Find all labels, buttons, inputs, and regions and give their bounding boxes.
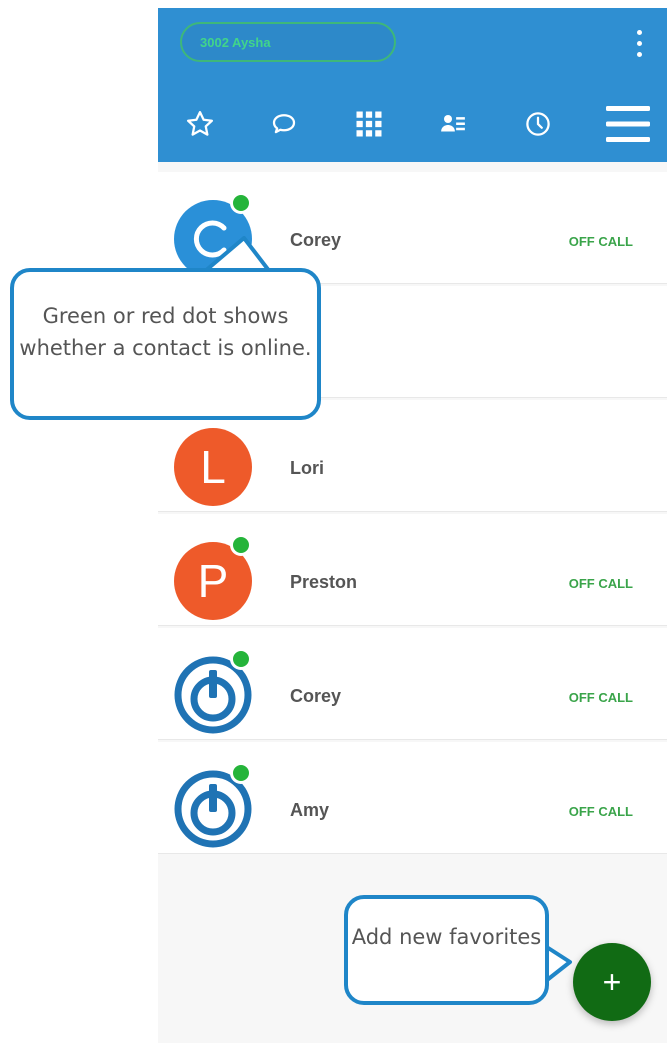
contact-row[interactable]: Amy OFF CALL <box>158 742 667 854</box>
favorites-screen: 3002 Aysha Corey OFF CALL L Lori P Prest… <box>158 8 667 1043</box>
contact-name: Preston <box>290 572 358 592</box>
call-status: OFF CALL <box>568 576 633 591</box>
tab-chat[interactable] <box>244 86 324 162</box>
more-options-icon[interactable] <box>630 28 648 62</box>
extension-label: 3002 Aysha <box>200 35 271 50</box>
tab-menu[interactable] <box>588 86 667 162</box>
add-favorites-tooltip: Add new favorites <box>344 895 549 1005</box>
add-favorite-button[interactable]: + <box>573 943 651 1021</box>
tooltip-text: Add new favorites <box>351 925 542 949</box>
online-status-dot <box>230 762 252 784</box>
online-status-dot <box>230 648 252 670</box>
clock-icon <box>526 112 550 136</box>
call-status: OFF CALL <box>568 804 633 819</box>
chat-icon <box>272 114 296 134</box>
call-status: OFF CALL <box>568 690 633 705</box>
tab-contacts[interactable] <box>413 86 493 162</box>
contact-name: Amy <box>290 800 330 820</box>
plus-icon: + <box>602 963 622 1000</box>
menu-icon <box>606 106 650 142</box>
star-icon <box>187 111 213 136</box>
call-status: OFF CALL <box>568 234 633 249</box>
contact-name: Corey <box>290 686 342 706</box>
contacts-icon <box>441 115 465 132</box>
avatar: L <box>174 428 252 506</box>
tab-bar <box>158 86 667 162</box>
tab-history[interactable] <box>498 86 578 162</box>
tab-favorites[interactable] <box>160 86 240 162</box>
online-status-dot <box>230 534 252 556</box>
tooltip-text: Green or red dot shows whether a contact… <box>19 304 312 360</box>
contact-row[interactable]: Corey OFF CALL <box>158 628 667 740</box>
contact-name: Corey <box>290 230 342 250</box>
contact-name: Lori <box>290 458 324 478</box>
avatar-initial: P <box>197 555 229 607</box>
online-status-tooltip: Green or red dot shows whether a contact… <box>10 268 321 420</box>
dialpad-icon <box>356 111 382 137</box>
avatar-initial: L <box>200 441 226 493</box>
extension-selector[interactable]: 3002 Aysha <box>180 22 396 62</box>
online-status-dot <box>230 192 252 214</box>
tab-dialpad[interactable] <box>329 86 409 162</box>
contact-row[interactable]: P Preston OFF CALL <box>158 514 667 626</box>
app-header: 3002 Aysha <box>158 8 667 162</box>
